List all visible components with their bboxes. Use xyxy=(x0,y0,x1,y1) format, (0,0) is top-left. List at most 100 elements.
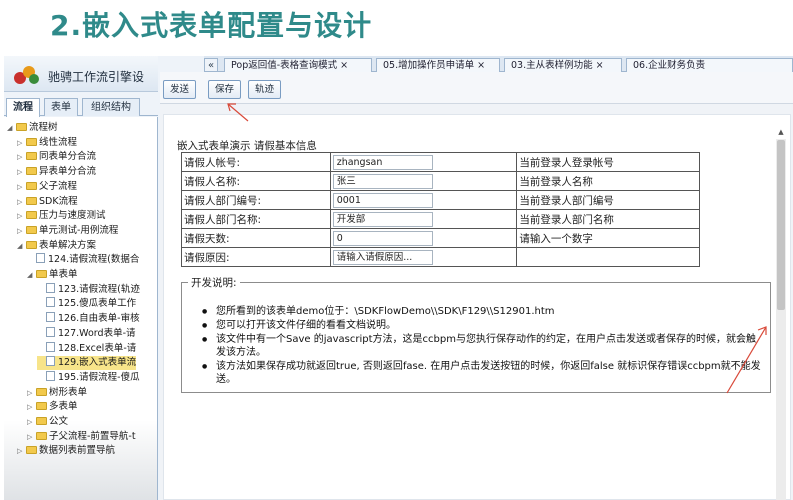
tree-item[interactable]: 126.自由表单-审核 xyxy=(37,312,140,326)
list-item: 您所看到的该表单demo位于：\SDKFlowDemo\\SDK\F129\\S… xyxy=(194,305,764,318)
left-tabs: 流程 表单 组织结构 xyxy=(4,94,158,117)
tree-item[interactable]: 195.请假流程-傻瓜 xyxy=(37,370,140,385)
days-input[interactable]: 0 xyxy=(332,230,433,246)
tree-item[interactable]: 127.Word表单-请 xyxy=(37,326,136,341)
track-button[interactable]: 轨迹 xyxy=(248,80,282,99)
folder-icon xyxy=(26,167,37,176)
tree-folder[interactable]: ◢ 表单解决方案 xyxy=(17,239,96,253)
tree-folder[interactable]: ▷ 树形表单 xyxy=(27,386,87,400)
tree-toggle-icon[interactable]: ▷ xyxy=(17,224,26,238)
field-cell: 0001 xyxy=(329,190,518,210)
tree-toggle-icon[interactable]: ▷ xyxy=(27,386,36,400)
document-tabs: « Pop返回值-表格查询模式 × 05.增加操作员申请单 × 03.主从表样例… xyxy=(204,56,793,72)
folder-icon xyxy=(36,431,47,440)
send-button[interactable]: 发送 xyxy=(163,80,197,99)
tree-item[interactable]: 128.Excel表单-请 xyxy=(37,341,137,356)
tree-folder[interactable]: ▷ 线性流程 xyxy=(17,136,77,150)
folder-icon xyxy=(26,211,37,220)
dept-name-input[interactable]: 开发部 xyxy=(332,211,433,227)
tree-item[interactable]: 129.嵌入式表单流 xyxy=(37,356,137,371)
tree-label: 195.请假流程-傻瓜 xyxy=(58,371,140,383)
name-input[interactable]: 张三 xyxy=(332,173,433,189)
tree-folder[interactable]: ▷ SDK流程 xyxy=(17,195,78,209)
tree-toggle-icon[interactable]: ▷ xyxy=(17,150,26,164)
slide-title: 2.嵌入式表单配置与设计 xyxy=(50,9,373,42)
field-label: 请假人帐号: xyxy=(181,152,331,172)
tree-label: 多表单 xyxy=(49,401,78,413)
doc-tab-operator[interactable]: 05.增加操作员申请单 × xyxy=(376,58,500,72)
scroll-up-icon[interactable]: ▲ xyxy=(776,127,786,137)
tree-folder[interactable]: ◢ 单表单 xyxy=(27,268,78,282)
tree-toggle-icon[interactable]: ▷ xyxy=(27,415,36,429)
tree-toggle-icon[interactable]: ◢ xyxy=(17,239,26,253)
tree-label: 单元测试-用例流程 xyxy=(39,224,119,236)
folder-icon xyxy=(36,402,47,411)
vertical-scrollbar[interactable] xyxy=(776,139,786,500)
tree-toggle-icon[interactable]: ◢ xyxy=(7,121,16,135)
doc-tab-pop[interactable]: Pop返回值-表格查询模式 × xyxy=(224,58,372,72)
field-label: 请假原因: xyxy=(181,247,331,267)
tree-folder[interactable]: ▷ 同表单分合流 xyxy=(17,150,96,164)
folder-icon xyxy=(36,270,47,278)
tree-item[interactable]: 124.请假流程(数据合 xyxy=(27,253,139,267)
tree-folder[interactable]: ▷ 父子流程 xyxy=(17,180,77,194)
tree-folder[interactable]: ▷ 多表单 xyxy=(27,400,78,414)
tree-folder[interactable]: ▷ 公文 xyxy=(27,415,68,429)
list-item: 该文件中有一个Save 的javascript方法，这是ccbpm与您执行保存动… xyxy=(194,333,764,359)
tree-label: 128.Excel表单-请 xyxy=(58,342,137,354)
tree-folder[interactable]: ▷ 单元测试-用例流程 xyxy=(17,224,118,238)
doc-tab-master-detail[interactable]: 03.主从表样例功能 × xyxy=(504,58,622,72)
toolbar: 发送 保存 轨迹 xyxy=(160,72,793,104)
folder-icon xyxy=(26,137,37,146)
tree-toggle-icon[interactable]: ▷ xyxy=(27,430,36,444)
table-row: 请假天数: 0 请输入一个数字 xyxy=(181,228,700,248)
field-label: 请假天数: xyxy=(181,228,331,248)
dept-no-input[interactable]: 0001 xyxy=(332,192,433,208)
field-note: 当前登录人部门名称 xyxy=(516,209,700,229)
logo-icon xyxy=(14,66,42,86)
tree-toggle-icon[interactable]: ▷ xyxy=(17,165,26,179)
folder-icon xyxy=(36,417,47,425)
tab-scroll-left-icon[interactable]: « xyxy=(204,58,218,72)
tree-toggle-icon[interactable]: ▷ xyxy=(27,400,36,414)
field-note: 当前登录人登录帐号 xyxy=(516,152,700,172)
tree-item[interactable]: 125.傻瓜表单工作 xyxy=(37,297,136,311)
list-item: 您可以打开该文件仔细的看看文档说明。 xyxy=(194,319,764,332)
file-icon xyxy=(36,253,45,264)
scrollbar-thumb[interactable] xyxy=(777,140,785,310)
field-label: 请假人部门编号: xyxy=(181,190,331,210)
tree-toggle-icon[interactable]: ▷ xyxy=(17,195,26,209)
file-icon xyxy=(46,356,55,367)
tree-folder[interactable]: ▷ 数据列表前置导航 xyxy=(17,444,115,458)
tree-toggle-icon[interactable]: ▷ xyxy=(17,444,26,458)
folder-icon xyxy=(26,181,37,190)
tree-toggle-icon[interactable]: ▷ xyxy=(17,136,26,150)
tree-toggle-icon[interactable]: ◢ xyxy=(27,268,36,282)
tree-toggle-icon[interactable]: ▷ xyxy=(17,180,26,194)
tab-form[interactable]: 表单 xyxy=(44,98,78,116)
tree-folder[interactable]: ▷ 子父流程-前置导航-t xyxy=(27,430,136,444)
field-cell: 0 xyxy=(329,228,518,248)
table-row: 请假人名称: 张三 当前登录人名称 xyxy=(181,171,700,191)
tree-toggle-icon[interactable]: ▷ xyxy=(17,209,26,223)
tree-label: 125.傻瓜表单工作 xyxy=(58,298,137,310)
save-button[interactable]: 保存 xyxy=(208,80,242,99)
tree-folder[interactable]: ▷ 异表单分合流 xyxy=(17,165,96,179)
reason-input[interactable]: 请输入请假原因... xyxy=(332,249,433,265)
tree-label: 异表单分合流 xyxy=(39,166,97,178)
tree-folder[interactable]: ▷ 压力与速度测试 xyxy=(17,209,106,223)
tree-folder[interactable]: ◢ 流程树 xyxy=(7,121,58,135)
doc-tab-finance[interactable]: 06.企业财务负责 xyxy=(626,58,793,72)
field-label: 请假人部门名称: xyxy=(181,209,331,229)
field-cell: 张三 xyxy=(329,171,518,191)
account-input[interactable]: zhangsan xyxy=(332,154,433,170)
tab-flow[interactable]: 流程 xyxy=(6,98,40,117)
field-note: 请输入一个数字 xyxy=(516,228,700,248)
tree-item[interactable]: 123.请假流程(轨迹 xyxy=(37,282,140,297)
tree-label: 129.嵌入式表单流 xyxy=(58,357,137,369)
tab-org[interactable]: 组织结构 xyxy=(82,98,140,116)
folder-icon xyxy=(26,225,37,234)
file-icon xyxy=(46,341,55,352)
tree-label: SDK流程 xyxy=(39,195,78,207)
tree-label: 124.请假流程(数据合 xyxy=(48,254,140,266)
